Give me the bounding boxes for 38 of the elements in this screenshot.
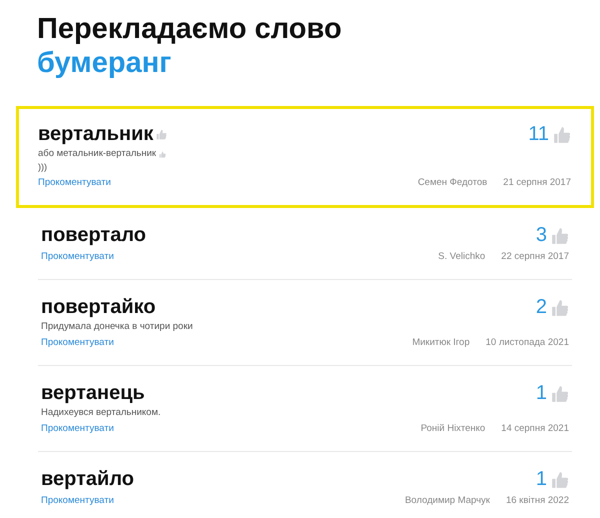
translated-word: бумеранг xyxy=(37,46,172,80)
entry-word: повертало xyxy=(41,224,146,247)
vote-count: 11 xyxy=(528,123,549,146)
comment-link[interactable]: Прокоментувати xyxy=(41,251,114,263)
entry-word: вертанець xyxy=(41,382,145,405)
comment-link[interactable]: Прокоментувати xyxy=(41,495,114,507)
comment-link[interactable]: Прокоментувати xyxy=(38,177,111,189)
author-name: S. Velichko xyxy=(438,251,486,263)
page-title: Перекладаємо слово xyxy=(37,12,343,46)
author-name: Семен Федотов xyxy=(418,177,488,189)
thumbs-up-icon[interactable] xyxy=(551,226,569,244)
entry-word: вертайло xyxy=(41,468,134,491)
entry-note: Придумала донечка в чотири роки xyxy=(41,321,193,333)
vote-count: 1 xyxy=(536,468,547,491)
vote-count: 1 xyxy=(536,382,547,405)
post-date: 14 серпня 2021 xyxy=(501,423,569,435)
post-date: 10 листопада 2021 xyxy=(486,337,569,349)
author-name: Володимир Марчук xyxy=(404,495,490,507)
thumbs-up-icon[interactable] xyxy=(159,150,166,158)
thumbs-up-icon[interactable] xyxy=(553,126,571,144)
author-name: Роній Ніхтенко xyxy=(420,423,486,435)
comment-link[interactable]: Прокоментувати xyxy=(41,337,114,349)
entry-word: повертайко xyxy=(41,296,156,319)
entry-note: або метальник-вертальник xyxy=(38,148,156,160)
vote-count: 3 xyxy=(536,224,547,247)
thumbs-up-icon[interactable] xyxy=(551,470,569,488)
author-name: Микитюк Ігор xyxy=(412,337,470,349)
thumbs-up-icon[interactable] xyxy=(551,384,569,402)
post-date: 21 серпня 2017 xyxy=(503,177,571,189)
entry-extra-text: ))) xyxy=(38,162,48,173)
thumbs-up-icon[interactable] xyxy=(551,298,569,316)
comment-link[interactable]: Прокоментувати xyxy=(41,423,114,435)
thumbs-up-icon[interactable] xyxy=(156,129,168,140)
post-date: 22 серпня 2017 xyxy=(501,251,569,263)
post-date: 16 квітня 2022 xyxy=(506,495,569,507)
entry-word: вертальник xyxy=(38,123,154,146)
vote-count: 2 xyxy=(536,296,547,319)
entry-note: Надихеувся вертальником. xyxy=(41,407,161,419)
